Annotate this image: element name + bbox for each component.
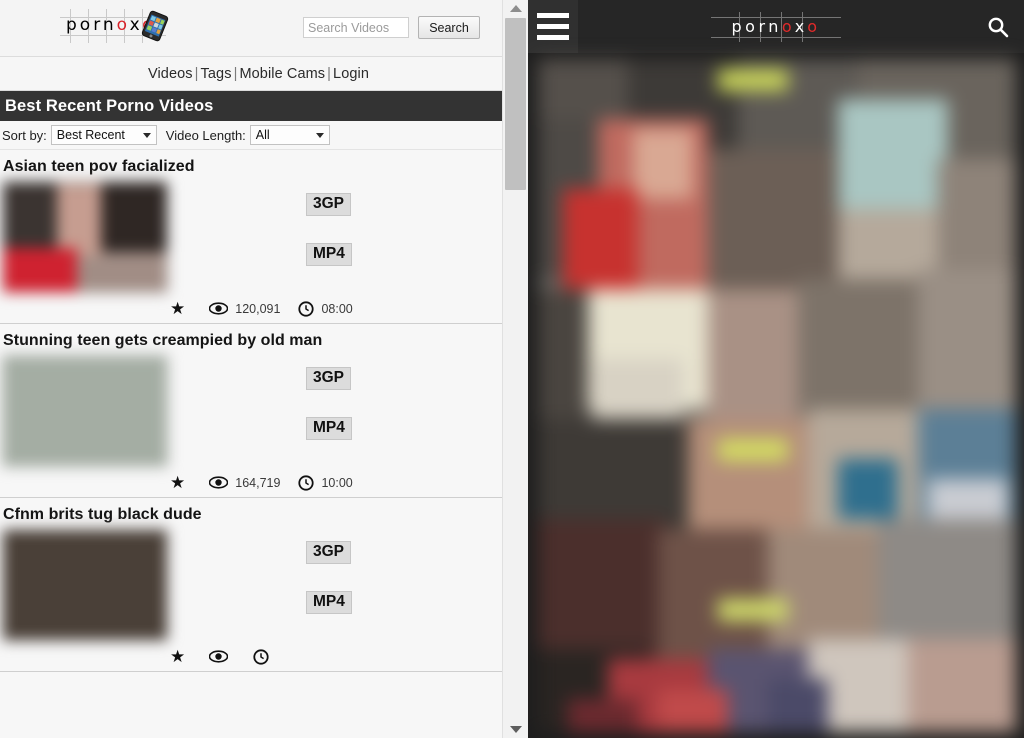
chevron-down-icon	[142, 133, 151, 138]
mobile-video-grid[interactable]	[538, 59, 1016, 732]
video-stats: ★ 164,719 10:00	[0, 467, 503, 491]
format-3gp-button[interactable]: 3GP	[306, 367, 352, 390]
search-button[interactable]: Search	[418, 16, 480, 39]
eye-icon	[209, 650, 229, 663]
video-title[interactable]: Asian teen pov facialized	[0, 150, 503, 181]
video-body: 3GP MP4	[0, 355, 503, 467]
site-logo[interactable]: pornoxo	[60, 9, 180, 43]
mobile-content-frame	[528, 53, 1024, 738]
desktop-site-pane: pornoxo	[0, 0, 528, 738]
nav-separator: |	[327, 65, 332, 82]
video-stats: ★ 120,091 08:00	[0, 293, 503, 317]
logo-part-2: o	[781, 17, 795, 36]
video-thumbnail[interactable]	[2, 529, 168, 641]
nav-separator: |	[194, 65, 199, 82]
nav-item-tags[interactable]: Tags	[201, 66, 232, 82]
hamburger-bar	[537, 24, 569, 29]
video-thumbnail[interactable]	[2, 355, 168, 467]
filter-bar: Sort by: Best Recent Video Length: All	[0, 121, 503, 150]
format-buttons: 3GP MP4	[306, 541, 352, 614]
desktop-site-viewport: pornoxo	[0, 0, 503, 738]
format-buttons: 3GP MP4	[306, 367, 352, 440]
search-input[interactable]	[303, 17, 409, 38]
site-header: pornoxo	[0, 0, 503, 57]
nav-item-videos[interactable]: Videos	[148, 66, 193, 82]
video-title[interactable]: Cfnm brits tug black dude	[0, 498, 503, 529]
nav-item-mobile-cams[interactable]: Mobile Cams	[239, 66, 325, 82]
format-mp4-button[interactable]: MP4	[306, 243, 352, 266]
scroll-down-arrow-icon	[509, 726, 522, 733]
logo-part-2: o	[116, 15, 130, 35]
list-item[interactable]: Stunning teen gets creampied by old man …	[0, 324, 503, 498]
mobile-header: pornoxo	[528, 0, 1024, 54]
scroll-up-button[interactable]	[503, 0, 528, 17]
sort-by-select[interactable]: Best Recent	[50, 125, 157, 145]
list-item[interactable]: Cfnm brits tug black dude 3GP MP4 ★	[0, 498, 503, 672]
eye-icon	[209, 476, 229, 489]
hamburger-menu-icon[interactable]	[528, 0, 578, 53]
scroll-down-button[interactable]	[503, 721, 528, 738]
video-body: 3GP MP4	[0, 529, 503, 641]
clock-icon	[298, 300, 315, 317]
sort-by-value: Best Recent	[56, 128, 125, 142]
clock-icon	[253, 648, 269, 665]
hamburger-bar	[537, 35, 569, 40]
page-title: Best Recent Porno Videos	[0, 91, 503, 121]
search-icon[interactable]	[986, 15, 1010, 39]
format-3gp-button[interactable]: 3GP	[306, 541, 352, 564]
search-area: Search	[303, 16, 480, 39]
video-thumbnail[interactable]	[2, 181, 168, 293]
screenshot-root: pornoxo	[0, 0, 1024, 738]
format-mp4-button[interactable]: MP4	[306, 591, 352, 614]
format-buttons: 3GP MP4	[306, 193, 352, 266]
video-title[interactable]: Stunning teen gets creampied by old man	[0, 324, 503, 355]
scrollbar-thumb[interactable]	[505, 18, 526, 190]
view-count: 120,091	[235, 301, 281, 316]
video-length-label: Video Length:	[165, 127, 246, 143]
star-icon[interactable]: ★	[170, 300, 185, 317]
clock-icon	[298, 474, 315, 491]
mobile-site-pane: pornoxo	[528, 0, 1024, 738]
video-length-select[interactable]: All	[249, 125, 330, 145]
logo-part-3: x	[794, 17, 808, 36]
video-stats: ★	[0, 641, 503, 665]
star-icon[interactable]: ★	[170, 474, 185, 491]
sort-by-label: Sort by:	[2, 127, 47, 143]
format-3gp-button[interactable]: 3GP	[306, 193, 352, 216]
chevron-down-icon	[315, 133, 324, 138]
hamburger-bar	[537, 13, 569, 18]
video-duration: 08:00	[321, 301, 353, 316]
mobile-logo-text: pornoxo	[711, 16, 841, 37]
list-item[interactable]: Asian teen pov facialized 3GP MP4 ★ 120,…	[0, 150, 503, 324]
nav-item-login[interactable]: Login	[333, 66, 369, 82]
eye-icon	[209, 302, 229, 315]
video-duration: 10:00	[321, 475, 353, 490]
logo-part-4: o	[807, 17, 821, 36]
logo-part-1: porn	[66, 15, 117, 35]
star-icon[interactable]: ★	[170, 648, 185, 665]
main-nav: Videos | Tags | Mobile Cams | Login	[0, 57, 503, 91]
video-length-value: All	[255, 128, 270, 142]
logo-part-1: porn	[731, 17, 782, 36]
video-body: 3GP MP4	[0, 181, 503, 293]
scroll-up-arrow-icon	[509, 5, 522, 12]
nav-links: Videos | Tags | Mobile Cams | Login	[134, 66, 369, 82]
format-mp4-button[interactable]: MP4	[306, 417, 352, 440]
scrollbar[interactable]	[502, 0, 528, 738]
mobile-site-logo[interactable]: pornoxo	[711, 12, 841, 42]
view-count: 164,719	[235, 475, 281, 490]
